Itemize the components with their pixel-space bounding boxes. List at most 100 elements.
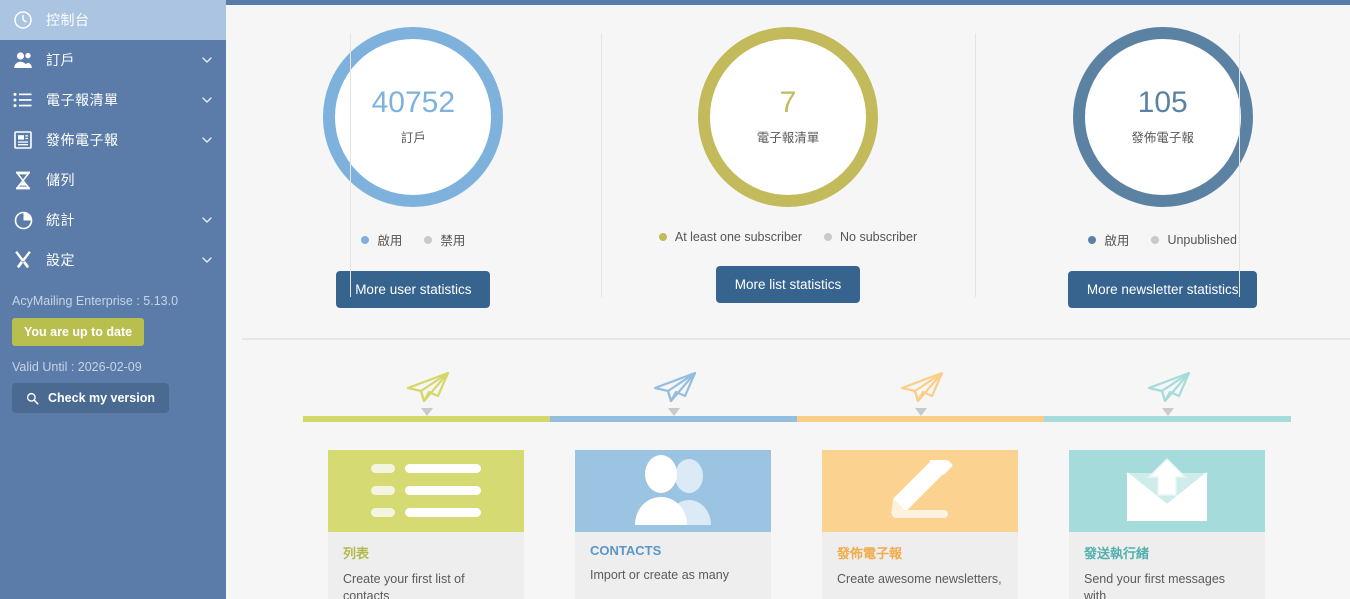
chart-legend: 啟用 Unpublished: [1088, 230, 1237, 249]
feature-card-0[interactable]: 列表 Create your first list of contacts: [328, 450, 524, 599]
card-description: Create your first list of contacts: [343, 572, 465, 599]
timeline-segment-3: [1044, 416, 1291, 422]
legend-item: 禁用: [424, 230, 465, 249]
donut-chart: 7 電子報清單: [698, 27, 878, 207]
stat-card-newsletters: 105 發佈電子報啟用 Unpublished More newsletter sta…: [975, 5, 1350, 338]
stat-card-subscribers: 40752 訂戶啟用 禁用 More user statistics: [226, 5, 601, 338]
sidebar-item-1[interactable]: 訂戶: [0, 40, 226, 80]
check-my-version-button[interactable]: Check my version: [12, 383, 169, 413]
sidebar-item-5[interactable]: 統計: [0, 200, 226, 240]
chevron-down-icon[interactable]: [202, 55, 212, 65]
onboarding-timeline: [226, 360, 1350, 422]
card-body: 列表 Create your first list of contacts: [328, 532, 524, 599]
tools-icon: [8, 249, 38, 271]
sidebar-item-0[interactable]: 控制台: [0, 0, 226, 40]
timeline-caret-icon-3: [1161, 408, 1174, 416]
paper-plane-icon-1: [651, 370, 697, 404]
timeline-caret-icon-0: [420, 408, 433, 416]
check-my-version-label: Check my version: [48, 391, 155, 405]
timeline-segment-0: [303, 416, 550, 422]
version-label: AcyMailing Enterprise : 5.13.0: [12, 294, 179, 308]
chevron-down-icon[interactable]: [202, 135, 212, 145]
section-divider: [242, 338, 1350, 340]
card-body: CONTACTS Import or create as many: [575, 532, 771, 584]
newsletter-icon: [8, 129, 38, 151]
legend-item: Unpublished: [1151, 233, 1237, 247]
chevron-down-icon[interactable]: [202, 95, 212, 105]
sidebar-item-4[interactable]: 儲列: [0, 160, 226, 200]
card-description: Send your first messages with: [1084, 572, 1226, 599]
list-icon: [8, 89, 38, 111]
timeline-caret-icon-1: [667, 408, 680, 416]
chart-legend: At least one subscriber No subscriber: [658, 230, 917, 244]
sidebar-item-label: 控制台: [46, 12, 90, 28]
sidebar-footer: AcyMailing Enterprise : 5.13.0 You are u…: [0, 280, 226, 413]
column-divider: [975, 33, 977, 297]
pie-chart-icon: [8, 209, 38, 231]
pencil-icon: [870, 460, 970, 522]
sidebar-item-label: 儲列: [46, 172, 75, 188]
chevron-down-icon[interactable]: [202, 255, 212, 265]
feature-card-2[interactable]: 發佈電子報 Create awesome newsletters,: [822, 450, 1018, 599]
card-title: 發送執行緒: [1084, 546, 1150, 561]
column-divider: [600, 33, 602, 297]
statistics-row: 40752 訂戶啟用 禁用 More user statistics 7 電子報清單 At …: [226, 5, 1350, 338]
card-body: 發送執行緒 Send your first messages with: [1069, 532, 1265, 599]
getting-started-cards: 列表 Create your first list of contacts CONT…: [226, 450, 1350, 599]
sidebar-nav: 控制台訂戶電子報清單發佈電子報儲列統計設定: [0, 0, 226, 280]
paper-plane-icon-3: [1145, 370, 1191, 404]
donut-value: 7: [779, 86, 797, 119]
more-statistics-button[interactable]: More newsletter statistics: [1067, 271, 1258, 308]
card-title: 發佈電子報: [837, 546, 903, 561]
card-title: CONTACTS: [590, 543, 662, 558]
donut-caption: 發佈電子報: [1131, 131, 1194, 145]
card-icon-area: [575, 450, 771, 532]
feature-card-3[interactable]: 發送執行緒 Send your first messages with: [1069, 450, 1265, 599]
update-status-badge: You are up to date: [12, 318, 145, 346]
chart-legend: 啟用 禁用: [361, 230, 465, 249]
contacts-icon: [617, 455, 729, 527]
donut-chart: 105 發佈電子報: [1072, 27, 1253, 207]
sidebar-item-6[interactable]: 設定: [0, 240, 226, 280]
donut-caption: 訂戶: [400, 131, 426, 145]
legend-dot: [658, 233, 667, 241]
donut-caption: 電子報清單: [756, 131, 820, 145]
sidebar-item-label: 訂戶: [46, 52, 75, 68]
more-statistics-button[interactable]: More user statistics: [336, 271, 491, 308]
dashboard-page: 控制台 訂戶 電子報清單 發佈電子報 儲列 統計 設定 AcyMailing Enterpr…: [0, 0, 1350, 599]
send-mail-icon: [1115, 457, 1219, 525]
legend-label: Unpublished: [1167, 232, 1237, 247]
card-icon-area: [1069, 450, 1265, 532]
timeline-segment-1: [550, 416, 797, 422]
donut-value: 105: [1137, 86, 1188, 119]
valid-until-label: Valid Until : 2026-02-09: [12, 360, 142, 374]
chevron-down-icon[interactable]: [202, 215, 212, 225]
card-description: Create awesome newsletters,: [837, 572, 1002, 586]
legend-label: At least one subscriber: [674, 230, 803, 244]
main-content: 40752 訂戶啟用 禁用 More user statistics 7 電子報清單 At …: [226, 0, 1350, 599]
sidebar-item-2[interactable]: 電子報清單: [0, 80, 226, 120]
legend-item: No subscriber: [824, 230, 917, 244]
more-statistics-button[interactable]: More list statistics: [715, 266, 861, 303]
stat-card-lists: 7 電子報清單 At least one subscriber No subscrib…: [600, 5, 976, 338]
timeline-track: [303, 416, 1291, 422]
search-icon: [26, 392, 39, 405]
donut-value: 40752: [371, 86, 456, 119]
card-description: Import or create as many: [590, 568, 729, 582]
legend-dot: [824, 233, 833, 241]
column-divider: [350, 33, 351, 297]
dashboard-icon: [8, 9, 38, 31]
bullet-list-icon: [371, 462, 481, 520]
timeline-segment-2: [797, 416, 1044, 422]
card-title: 列表: [343, 546, 370, 561]
paper-plane-icon-2: [898, 370, 944, 404]
legend-dot: [424, 235, 433, 244]
sidebar-item-label: 發佈電子報: [46, 132, 119, 148]
timeline-caret-icon-2: [914, 408, 927, 416]
legend-item: At least one subscriber: [658, 230, 803, 244]
card-icon-area: [822, 450, 1018, 532]
feature-card-1[interactable]: CONTACTS Import or create as many: [575, 450, 771, 599]
legend-item: 啟用: [361, 230, 402, 249]
sidebar-item-label: 設定: [46, 252, 75, 268]
sidebar-item-3[interactable]: 發佈電子報: [0, 120, 226, 160]
